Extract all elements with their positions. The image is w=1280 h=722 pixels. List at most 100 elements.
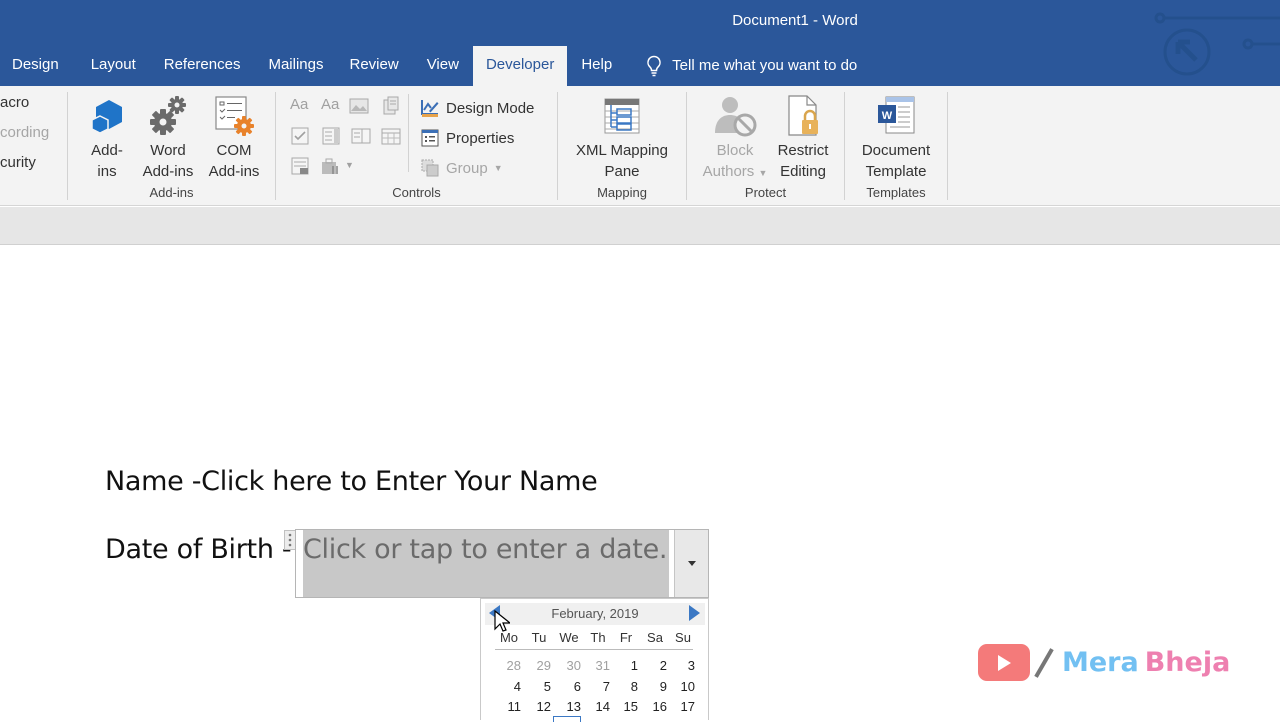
document-template-button[interactable]: W Document Template [851,92,941,182]
tab-review[interactable]: Review [336,46,411,86]
calendar-day[interactable]: 1 [612,658,638,673]
calendar-day[interactable]: 9 [641,679,667,694]
calendar-day[interactable]: 15 [612,699,638,714]
calendar-day[interactable]: 11 [495,699,522,714]
calendar-day[interactable]: 4 [495,679,521,694]
restrict-editing-line1: Restrict [777,142,829,159]
record-macro-button[interactable]: acro [0,94,29,111]
group-label: Group [446,159,488,177]
design-mode-button[interactable]: Design Mode [420,98,534,118]
xml-mapping-icon [604,98,640,134]
next-month-arrow-icon[interactable] [689,605,700,621]
calendar-day[interactable]: 6 [555,679,581,694]
xml-mapping-pane-button[interactable]: XML Mapping Pane [566,92,678,182]
weekday-header: Su [675,630,691,645]
tell-me-label: Tell me what you want to do [672,57,858,74]
calendar-day[interactable]: 8 [612,679,638,694]
document-template-line2: Template [865,163,927,180]
controls-group: Aa Aa ▼ Design Mode Properties Group ▼ C… [276,90,557,202]
calendar-day[interactable]: 30 [555,658,581,673]
building-block-control-icon[interactable] [381,96,401,116]
dropdown-list-control-icon[interactable] [351,126,371,146]
tab-help[interactable]: Help [569,46,624,86]
macro-security-button[interactable]: curity [0,154,36,171]
calendar-day[interactable]: 2 [641,658,667,673]
calendar-day[interactable]: 7 [584,679,610,694]
group-button[interactable]: Group ▼ [420,158,503,178]
controls-group-label: Controls [392,185,441,200]
gears-icon [150,96,186,135]
decorative-cursor-logo-icon [1154,12,1280,76]
calendar-day[interactable]: 10 [669,679,695,694]
ribbon: acro cording curity Add- ins Word Add-in… [0,86,1280,206]
tab-layout[interactable]: Layout [71,46,148,86]
title-bar: Document1 - Word Design Layout Reference… [0,0,1280,86]
document-template-line1: Document [861,142,931,159]
plain-text-control-icon[interactable]: Aa [321,96,341,116]
weekday-header: We [559,630,579,645]
calendar-day[interactable]: 3 [669,658,695,673]
word-addins-button[interactable]: Word Add-ins [138,92,198,182]
com-addins-line1: COM [216,142,252,159]
calendar-month-year: February, 2019 [485,603,705,625]
com-addins-button[interactable]: COM Add-ins [203,92,265,182]
watermark-text-bheja: Bheja [1144,647,1231,678]
xml-mapping-line1: XML Mapping [576,142,668,159]
calendar-day[interactable]: 5 [525,679,551,694]
design-mode-icon [421,100,439,117]
date-picker-content-control[interactable]: Click or tap to enter a date. [295,529,709,598]
mapping-group-label: Mapping [597,185,647,200]
date-dropdown-button[interactable] [674,530,708,597]
tab-mailings[interactable]: Mailings [252,46,335,86]
block-authors-line2: Authors [702,163,755,180]
calendar-day[interactable]: 16 [641,699,667,714]
addins-line1: Add- [91,142,123,159]
properties-icon [421,129,439,147]
calendar-day[interactable]: 12 [525,699,551,714]
record-macro-label: acro [0,94,30,111]
design-mode-label: Design Mode [446,99,535,117]
name-line[interactable]: Name -Click here to Enter Your Name [105,466,598,497]
addins-cube-icon [91,100,122,134]
combo-box-control-icon[interactable] [321,126,341,146]
date-placeholder-text[interactable]: Click or tap to enter a date. [303,534,667,565]
legacy-tools-dropdown-icon: ▼ [345,160,354,170]
legacy-tools-icon[interactable] [321,156,341,176]
date-picker-control-icon[interactable] [381,126,401,146]
tab-design[interactable]: Design [0,46,71,86]
pause-recording-button[interactable]: cording [0,124,49,141]
mouse-cursor-icon [494,610,510,632]
calendar-day[interactable]: 29 [525,658,551,673]
weekday-header: Sa [647,630,663,645]
tab-developer[interactable]: Developer [472,46,568,86]
weekday-header: Fr [619,630,633,645]
calendar-day[interactable]: 31 [584,658,610,673]
calendar-day[interactable]: 28 [495,658,521,673]
calendar-day[interactable]: 13 [555,699,581,714]
slash-divider [1034,647,1054,678]
pause-recording-label: cording [0,124,50,141]
com-addins-icon [215,96,254,136]
tab-references[interactable]: References [148,46,253,86]
rich-text-control-icon[interactable]: Aa [290,96,310,116]
block-authors-line1: Block [716,142,754,159]
tell-me-search[interactable]: Tell me what you want to do [624,46,857,86]
checkbox-control-icon[interactable] [290,126,310,146]
templates-group-label: Templates [866,185,926,200]
addins-button[interactable]: Add- ins [82,92,132,182]
drag-dots-icon [288,533,292,547]
repeating-section-control-icon[interactable] [290,156,310,176]
calendar-day[interactable]: 14 [584,699,610,714]
group-icon [421,159,439,177]
properties-button[interactable]: Properties [420,128,514,148]
tab-view[interactable]: View [411,46,471,86]
calendar-day[interactable]: 17 [669,699,695,714]
today-marker [553,716,581,722]
addins-group-label: Add-ins [149,185,194,200]
mapping-group: XML Mapping Pane Mapping [558,90,686,202]
restrict-editing-button[interactable]: Restrict Editing [771,92,835,182]
weekday-header: Tu [531,630,547,645]
block-authors-icon [715,97,757,137]
picture-control-icon[interactable] [349,96,369,116]
block-authors-button[interactable]: Block Authors ▼ [697,92,773,184]
